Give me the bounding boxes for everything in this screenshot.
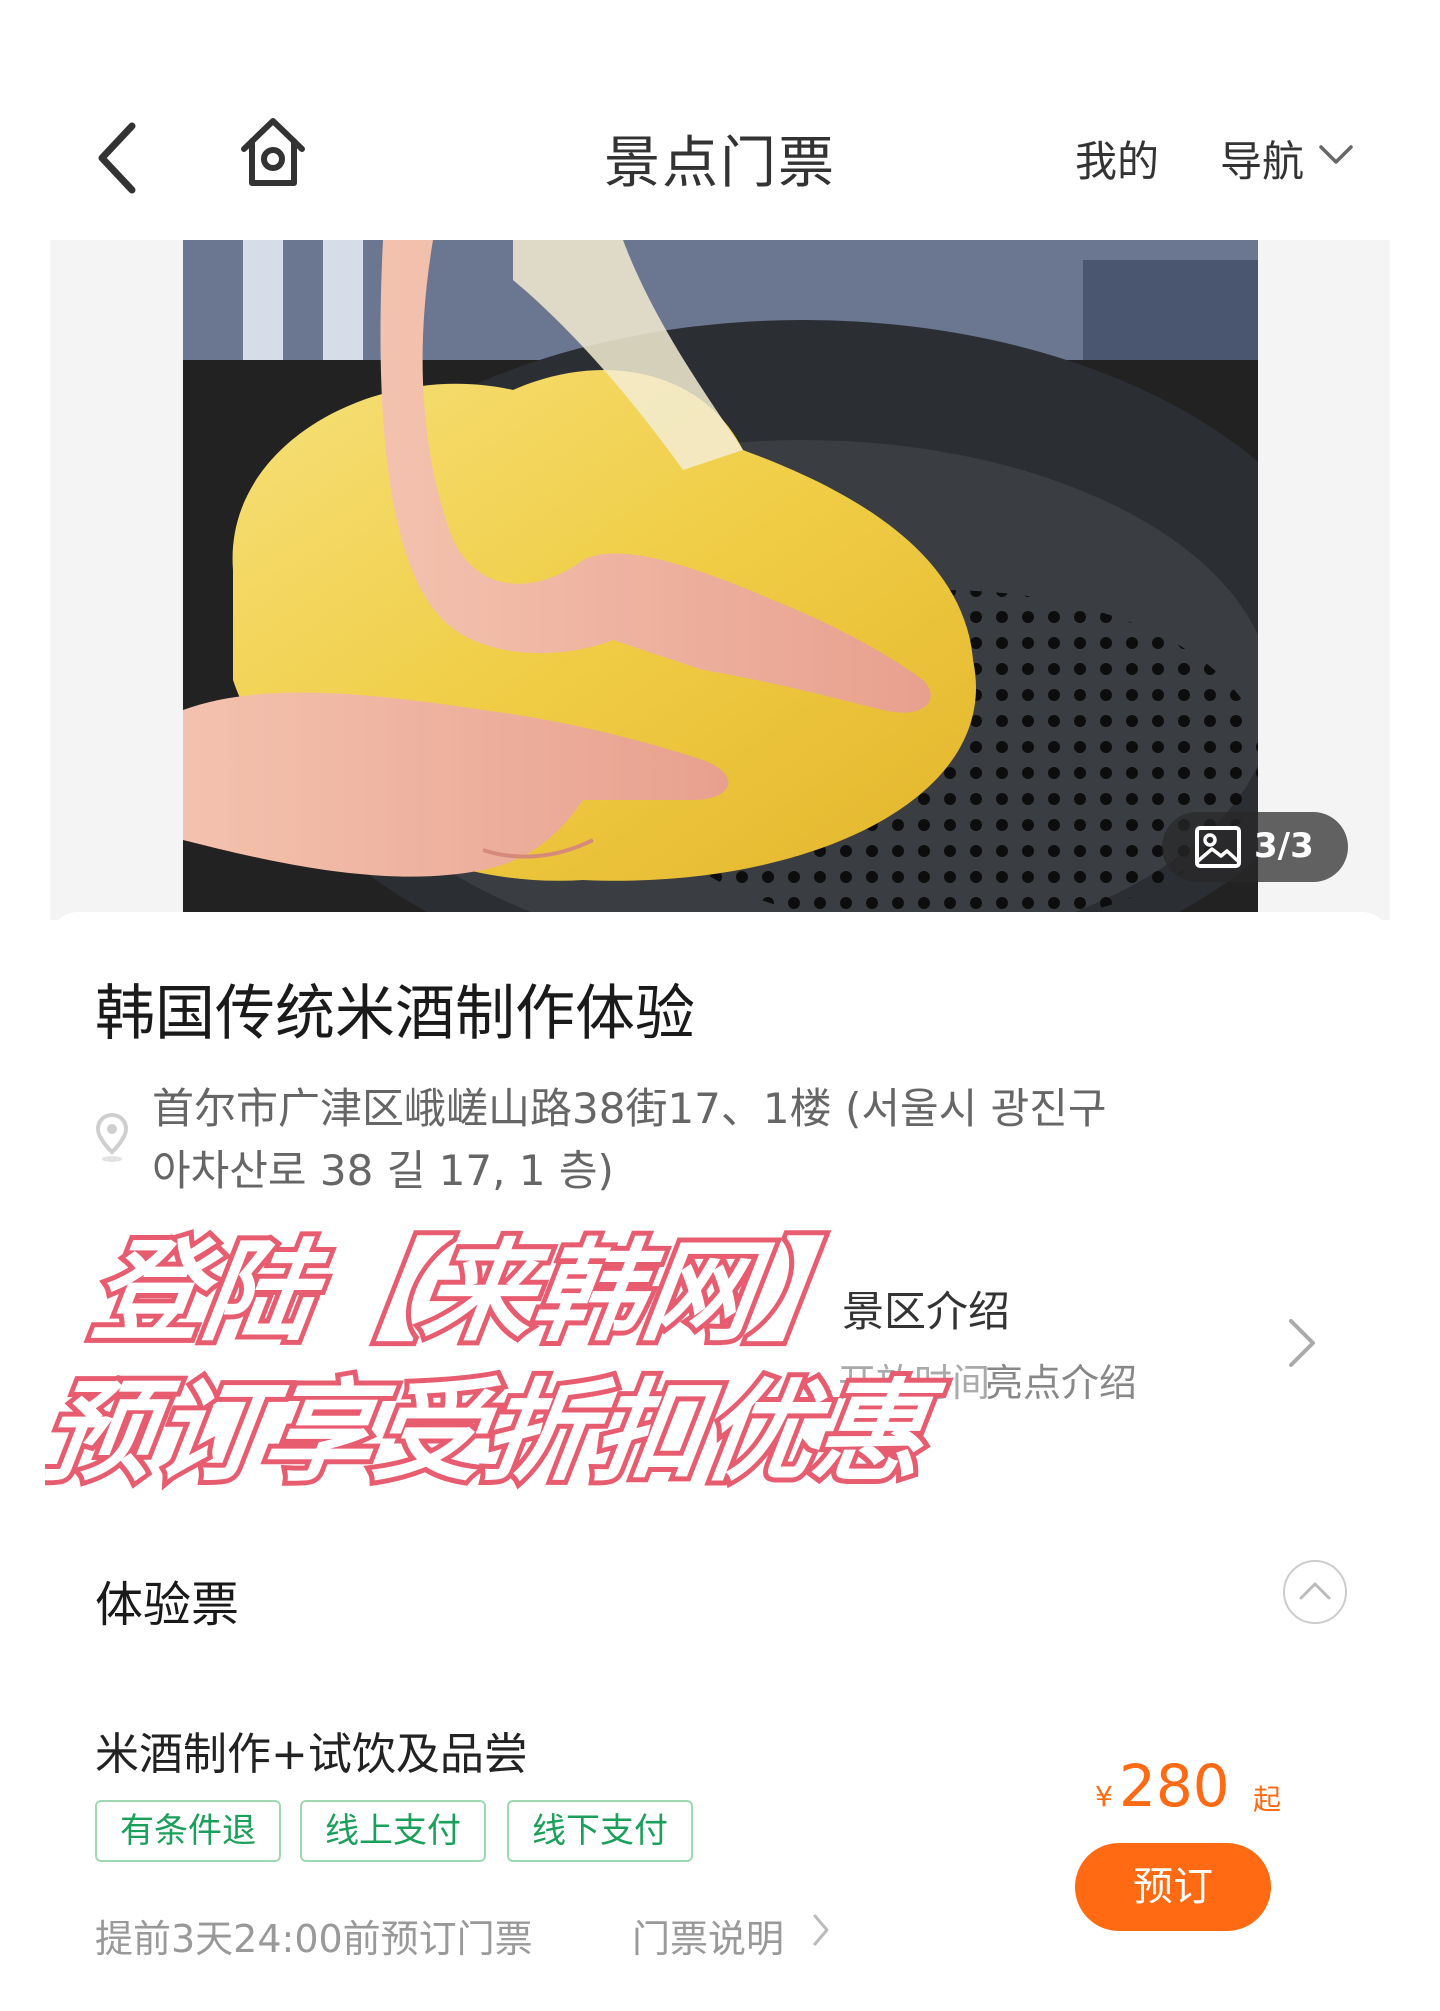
tag-online-payment: 线上支付 <box>300 1800 486 1862</box>
address-line-1: 首尔市广津区峨嵯山路38街17、1楼 (서울시 광진구 <box>152 1084 1107 1133</box>
ticket-info-link[interactable]: 门票说明 <box>632 1908 784 1963</box>
back-button[interactable] <box>88 118 148 198</box>
location-pin-icon <box>95 1112 129 1162</box>
price-value: 280 <box>1119 1752 1230 1820</box>
photo-illustration <box>183 240 1258 912</box>
ticket-name: 米酒制作+试饮及品尝 <box>95 1729 528 1780</box>
tag-offline-payment: 线下支付 <box>507 1800 693 1862</box>
promo-overlay: 登陆【来韩网】 预订享受折扣优惠 <box>45 1224 954 1502</box>
home-button[interactable] <box>238 115 308 190</box>
tag-refund-policy: 有条件退 <box>95 1800 281 1862</box>
attraction-photo[interactable] <box>183 240 1258 912</box>
address-line-2: 아차산로 38 길 17, 1 층) <box>152 1146 614 1195</box>
attraction-title: 韩国传统米酒制作体验 <box>95 979 695 1049</box>
booking-deadline: 提前3天24:00前预订门票 <box>95 1917 533 1961</box>
chevron-up-icon <box>1299 1582 1331 1600</box>
chevron-right-icon[interactable] <box>1285 1315 1319 1371</box>
image-icon <box>1195 826 1241 868</box>
page-title: 景点门票 <box>604 131 836 196</box>
price-currency: ¥ <box>1095 1780 1113 1813</box>
photo-counter-text: 3/3 <box>1254 826 1314 866</box>
chevron-down-icon[interactable] <box>1318 144 1354 166</box>
mine-link[interactable]: 我的 <box>1075 128 1159 189</box>
home-icon <box>241 118 305 186</box>
chevron-right-icon[interactable] <box>812 1913 830 1947</box>
promo-line-2: 预订享受折扣优惠 <box>45 1369 949 1497</box>
navigation-menu[interactable]: 导航 <box>1220 128 1304 189</box>
price-suffix: 起 <box>1253 1783 1282 1816</box>
promo-line-1: 登陆【来韩网】 <box>85 1229 873 1357</box>
collapse-button[interactable] <box>1283 1560 1347 1624</box>
ticket-section-title: 体验票 <box>95 1577 240 1633</box>
highlights-label: 亮点介绍 <box>985 1361 1138 1405</box>
attraction-address[interactable]: 首尔市广津区峨嵯山路38街17、1楼 (서울시 광진구 아차산로 38 길 17… <box>152 1078 1212 1202</box>
chevron-left-icon <box>98 122 136 194</box>
top-bar: 景点门票 我的 导航 <box>0 0 1440 240</box>
book-button[interactable]: 预订 <box>1075 1843 1271 1931</box>
photo-counter-badge[interactable]: 3/3 <box>1162 812 1348 882</box>
